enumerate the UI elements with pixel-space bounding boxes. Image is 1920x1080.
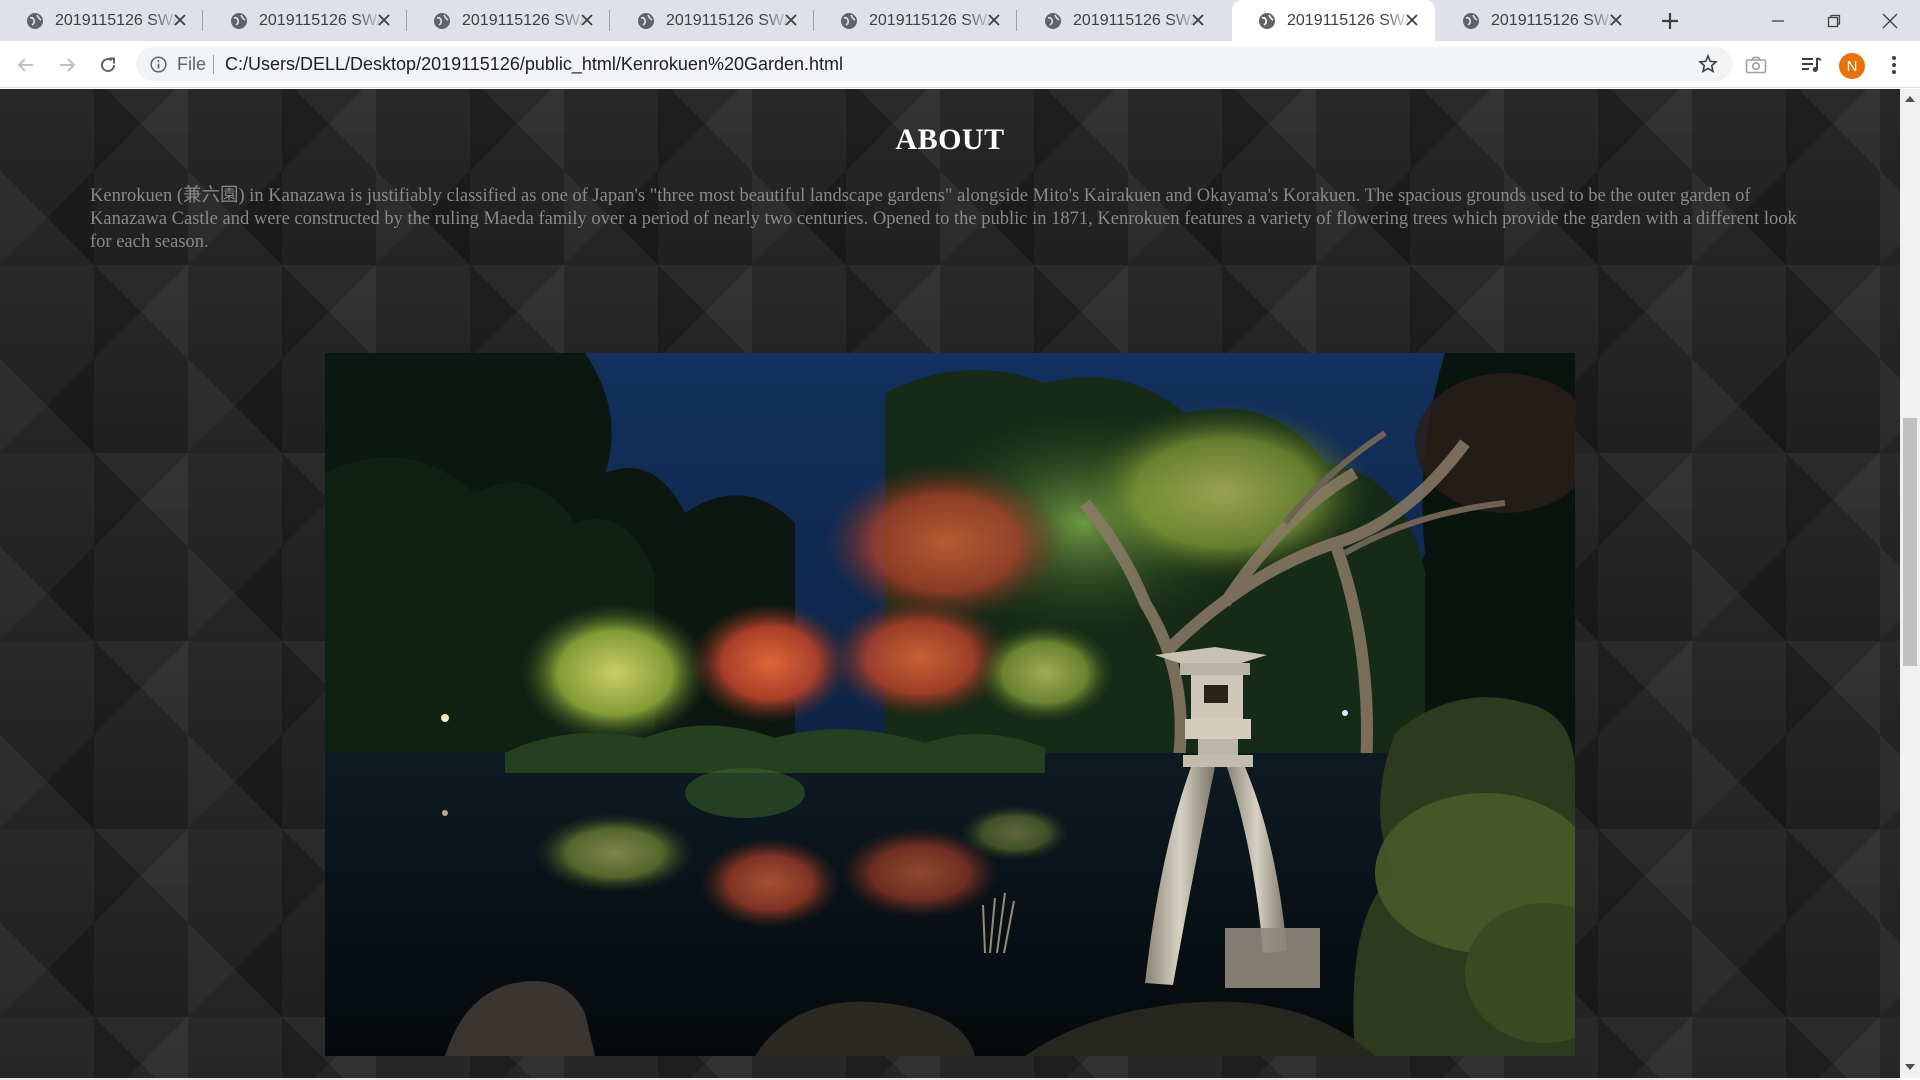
browser-tab[interactable]: 2019115126 SWAN <box>1018 0 1221 41</box>
reload-button[interactable] <box>94 51 122 79</box>
tab-separator <box>609 10 610 31</box>
url-text[interactable]: C:/Users/DELL/Desktop/2019115126/public_… <box>225 54 843 74</box>
browser-tab[interactable]: 2019115126 SWAN <box>0 0 203 41</box>
scrollbar-thumb[interactable] <box>1903 418 1917 666</box>
close-icon[interactable] <box>173 13 187 27</box>
forward-button[interactable] <box>53 51 81 79</box>
new-tab-plus-icon[interactable] <box>1658 9 1682 33</box>
tab-title: 2019115126 SWAN <box>462 12 586 29</box>
camera-icon <box>1745 56 1767 74</box>
address-separator <box>213 55 214 74</box>
tab-title: 2019115126 SWAN <box>666 12 790 29</box>
page-viewport: ABOUT Kenrokuen (兼六園) in Kanazawa is jus… <box>0 89 1900 1078</box>
back-button[interactable] <box>12 51 40 79</box>
tab-separator <box>1016 10 1017 31</box>
kenrokuen-night-photo <box>325 353 1575 1056</box>
address-bar[interactable]: File C:/Users/DELL/Desktop/2019115126/pu… <box>136 47 1732 81</box>
garden-illustration <box>325 353 1575 1056</box>
profile-avatar[interactable]: N <box>1839 53 1865 79</box>
restore-button[interactable] <box>1806 0 1862 41</box>
globe-icon <box>434 13 450 29</box>
globe-icon <box>231 13 247 29</box>
scroll-down-arrow-icon[interactable] <box>1904 1062 1916 1072</box>
about-heading: ABOUT <box>895 123 1005 156</box>
scheme-label: File <box>177 54 207 74</box>
scroll-up-arrow-icon[interactable] <box>1904 94 1916 104</box>
close-icon[interactable] <box>987 13 1001 27</box>
star-bookmark-icon[interactable] <box>1698 54 1718 74</box>
tab-strip: 2019115126 SWAN 2019115126 SWAN 20191151… <box>0 0 1920 41</box>
more-vertical-icon <box>1892 56 1896 74</box>
close-icon[interactable] <box>1191 13 1205 27</box>
close-icon[interactable] <box>377 13 391 27</box>
globe-icon <box>27 13 43 29</box>
media-controls-button[interactable] <box>1799 53 1823 77</box>
tab-title: 2019115126 SWAN <box>1491 12 1615 29</box>
close-icon[interactable] <box>1405 13 1419 27</box>
browser-toolbar: File C:/Users/DELL/Desktop/2019115126/pu… <box>0 41 1920 88</box>
close-icon <box>1882 13 1898 28</box>
browser-tab[interactable]: 2019115126 SWAN <box>814 0 1017 41</box>
browser-tab[interactable]: 2019115126 SWAN <box>1436 0 1639 41</box>
tab-title: 2019115126 SWAN <box>259 12 383 29</box>
globe-icon <box>1045 13 1061 29</box>
browser-tab[interactable]: 2019115126 SWAN <box>407 0 610 41</box>
arrow-right-icon <box>60 58 76 72</box>
restore-icon <box>1827 14 1841 27</box>
reload-icon <box>101 57 116 73</box>
globe-icon <box>841 13 857 29</box>
close-icon[interactable] <box>580 13 594 27</box>
globe-icon <box>638 13 654 29</box>
tab-separator <box>202 10 203 31</box>
close-icon[interactable] <box>1609 13 1623 27</box>
about-paragraph: Kenrokuen (兼六園) in Kanazawa is justifiab… <box>90 186 1797 252</box>
browser-tab[interactable]: 2019115126 SWAN <box>204 0 407 41</box>
tab-title: 2019115126 SWAN <box>55 12 179 29</box>
screenshot-extension-button[interactable] <box>1744 53 1768 77</box>
tab-title: 2019115126 SWAN <box>1073 12 1197 29</box>
globe-icon <box>1259 13 1275 29</box>
minimize-icon <box>1772 19 1784 22</box>
browser-menu-button[interactable] <box>1882 53 1906 77</box>
arrow-left-icon <box>17 58 33 72</box>
minimize-button[interactable] <box>1750 0 1806 41</box>
browser-tab-active[interactable]: 2019115126 SWAN <box>1232 0 1435 41</box>
playlist-music-icon <box>1802 57 1822 72</box>
browser-tab[interactable]: 2019115126 SWAN <box>611 0 814 41</box>
info-icon[interactable] <box>150 56 167 73</box>
globe-icon <box>1463 13 1479 29</box>
close-icon[interactable] <box>784 13 798 27</box>
tab-title: 2019115126 SWAN <box>869 12 993 29</box>
tab-title: 2019115126 SWAN <box>1287 12 1411 29</box>
close-window-button[interactable] <box>1862 0 1918 41</box>
